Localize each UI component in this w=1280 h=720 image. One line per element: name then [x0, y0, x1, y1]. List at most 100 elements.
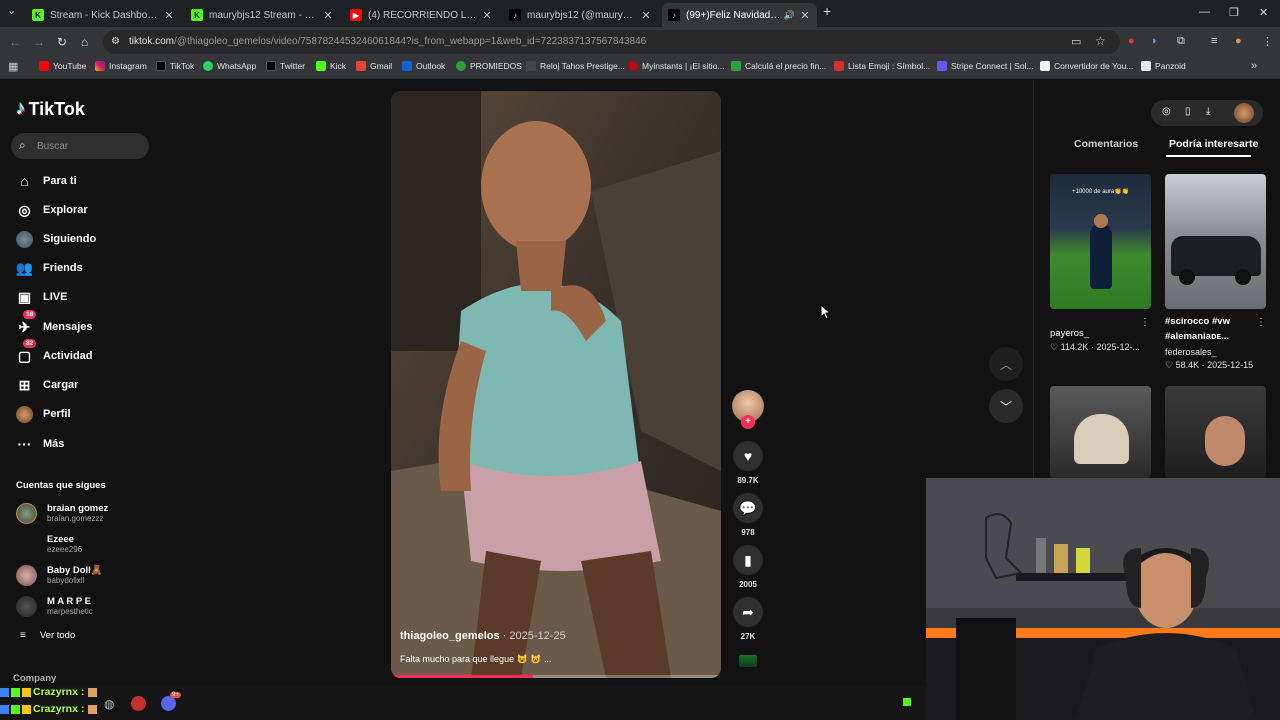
card-title[interactable]: #scirocco #vw #alemaniaᴅᴇ...	[1165, 314, 1255, 344]
search-input[interactable]	[37, 137, 142, 155]
card-author[interactable]: federosales_	[1165, 347, 1217, 357]
nav-actividad[interactable]: ▢ 82 Actividad	[16, 338, 93, 367]
bookmark-calcula[interactable]: Calculá el precio fin...	[731, 61, 826, 71]
video-thumbnail[interactable]: +10000 de aura👏👏	[1050, 174, 1151, 309]
restore-button[interactable]: ❐	[1229, 6, 1239, 19]
bookmark-promiedos[interactable]: PROMIEDOS	[456, 61, 522, 71]
bookmark-icon[interactable]: ▮	[733, 545, 763, 575]
close-icon[interactable]: ✕	[322, 9, 334, 22]
user-avatar[interactable]	[1234, 103, 1254, 123]
close-icon[interactable]: ✕	[640, 9, 652, 22]
coin-icon[interactable]: ◎	[1162, 106, 1171, 117]
video-thumbnail[interactable]	[1165, 386, 1266, 478]
tab-kick-stream[interactable]: K maurybjs12 Stream - Watch Live ✕	[185, 3, 340, 27]
site-info-icon[interactable]: ⚙	[111, 36, 120, 47]
download-icon[interactable]: ⤓	[1206, 106, 1210, 117]
bookmark-whatsapp[interactable]: WhatsApp	[203, 61, 256, 71]
nav-mensajes[interactable]: ✈ 18 Mensajes	[16, 309, 93, 338]
nav-para-ti[interactable]: ⌂ Para ti	[16, 170, 76, 192]
profile-avatar-icon[interactable]: ●	[1235, 35, 1242, 47]
tab-tiktok-video[interactable]: ♪ (99+)Feliz Navidad con Thiago 🔊 ✕	[662, 3, 817, 27]
extension-icon[interactable]: ●	[1128, 35, 1135, 47]
nav-perfil[interactable]: Perfil	[16, 403, 71, 425]
tab-comentarios[interactable]: Comentarios	[1074, 138, 1138, 150]
bookmark-kick[interactable]: Kick	[316, 61, 346, 71]
reading-list-icon[interactable]: ≡	[1211, 35, 1217, 47]
extensions-puzzle-icon[interactable]: ⧉	[1177, 35, 1185, 48]
panzoid-icon	[1141, 61, 1151, 71]
bookmark-myinstants[interactable]: Myinstants | ¡El sitio...	[628, 61, 725, 71]
card-more-icon[interactable]: ⋮	[1256, 317, 1266, 328]
bookmark-outlook[interactable]: Outlook	[402, 61, 445, 71]
tab-youtube[interactable]: ▶ (4) RECORRIENDO LA FERIA M... ✕	[344, 3, 499, 27]
forward-icon[interactable]: →	[33, 35, 45, 49]
nav-explorar[interactable]: ◎ Explorar	[16, 199, 87, 221]
youtube-app-icon[interactable]	[131, 696, 146, 711]
card-author[interactable]: payeros_	[1050, 326, 1089, 341]
account-marpe[interactable]: M A R P Emarpesthetic	[16, 596, 93, 617]
follow-button[interactable]: +	[741, 415, 755, 429]
nav-mas[interactable]: ··· Más	[16, 433, 65, 455]
back-icon[interactable]: ←	[9, 35, 21, 49]
tab-podria-interesarte[interactable]: Podría interesarte	[1169, 138, 1258, 150]
previous-video-button[interactable]: ︿	[989, 347, 1023, 381]
more-bookmarks-icon[interactable]: »	[1251, 60, 1257, 72]
minimize-button[interactable]: —	[1199, 6, 1210, 18]
sound-disc-icon[interactable]	[739, 655, 757, 667]
apps-icon[interactable]: ▦	[8, 60, 18, 73]
menu-icon[interactable]: ⋮	[1262, 35, 1273, 48]
tab-search-icon[interactable]: ⌄	[7, 4, 16, 17]
home-icon[interactable]: ⌂	[81, 35, 88, 49]
bookmark-convertidor[interactable]: Convertidor de You...	[1040, 61, 1133, 71]
nav-friends[interactable]: 👥 Friends	[16, 257, 83, 279]
bookmark-star-icon[interactable]: ☆	[1095, 34, 1106, 48]
card-more-icon[interactable]: ⋮	[1140, 317, 1150, 328]
tray-icon[interactable]	[903, 698, 911, 706]
window-close-button[interactable]: ✕	[1259, 6, 1268, 19]
url-text[interactable]: tiktok.com/@thiagoleo_gemelos/video/7587…	[129, 36, 646, 47]
discord-app-icon[interactable]	[161, 696, 176, 711]
cast-icon[interactable]: ▭	[1071, 35, 1081, 48]
comment-icon[interactable]: 💬	[733, 493, 763, 523]
video-progress-bar[interactable]	[391, 675, 721, 678]
search-icon[interactable]: ⌕	[19, 138, 26, 153]
tiktok-logo[interactable]: ♪ TikTok	[16, 98, 85, 120]
next-video-button[interactable]: ﹀	[989, 389, 1023, 423]
taskbar-app-icon[interactable]: ◍	[104, 697, 114, 711]
video-thumbnail[interactable]	[1050, 386, 1151, 478]
nav-siguiendo[interactable]: Siguiendo	[16, 228, 96, 250]
reload-icon[interactable]: ↻	[57, 35, 67, 49]
account-ezeee[interactable]: Ezeee ezeee296	[16, 534, 82, 555]
address-bar[interactable]: ⚙ tiktok.com/@thiagoleo_gemelos/video/75…	[103, 30, 1120, 54]
bookmark-youtube[interactable]: YouTube	[39, 61, 86, 71]
new-tab-button[interactable]: +	[823, 3, 831, 19]
video-author[interactable]: thiagoleo_gemelos · 2025-12-25	[400, 630, 566, 642]
bookmark-gmail[interactable]: Gmail	[356, 61, 392, 71]
video-caption[interactable]: Falta mucho para que llegue 😺 😺 ...	[400, 654, 552, 665]
bookmark-twitter[interactable]: Twitter	[266, 61, 305, 71]
bookmark-tiktok[interactable]: TikTok	[156, 61, 194, 71]
share-icon[interactable]: ➦	[733, 597, 763, 627]
account-braian-gomez[interactable]: braian gomez braian.gomezzz	[16, 503, 108, 524]
nav-live[interactable]: ▣ LIVE	[16, 286, 68, 308]
bookmark-instagram[interactable]: Instagram	[95, 61, 147, 71]
tab-kick-dashboard[interactable]: K Stream - Kick Dashboard ✕	[26, 3, 181, 27]
video-thumbnail[interactable]	[1165, 174, 1266, 309]
extension-icon[interactable]: ◗	[1151, 35, 1158, 47]
speaker-icon[interactable]: 🔊	[784, 10, 795, 21]
tab-tiktok-profile[interactable]: ♪ maurybjs12 (@maurybjs12) | TikTok ✕	[503, 3, 658, 27]
bookmark-stripe[interactable]: Stripe Connect | Sol...	[937, 61, 1034, 71]
bookmark-emoji[interactable]: Lista Emoji : Símbol...	[834, 61, 930, 71]
bookmark-reloj[interactable]: Reloj Tahos Prestige...	[526, 61, 625, 71]
nav-cargar[interactable]: ⊞ Cargar	[16, 374, 79, 396]
company-link[interactable]: Company	[13, 673, 56, 684]
see-all-link[interactable]: ≡ Ver todo	[20, 630, 75, 641]
phone-icon[interactable]: ▯	[1185, 106, 1191, 117]
close-icon[interactable]: ✕	[163, 9, 175, 22]
account-baby-doll[interactable]: Baby Doll🧸 babydollxll	[16, 565, 103, 586]
video-player[interactable]: thiagoleo_gemelos · 2025-12-25 Falta muc…	[391, 91, 721, 678]
bookmark-panzoid[interactable]: Panzoid	[1141, 61, 1186, 71]
close-icon[interactable]: ✕	[799, 9, 811, 22]
heart-icon[interactable]: ♥	[733, 441, 763, 471]
close-icon[interactable]: ✕	[481, 9, 493, 22]
